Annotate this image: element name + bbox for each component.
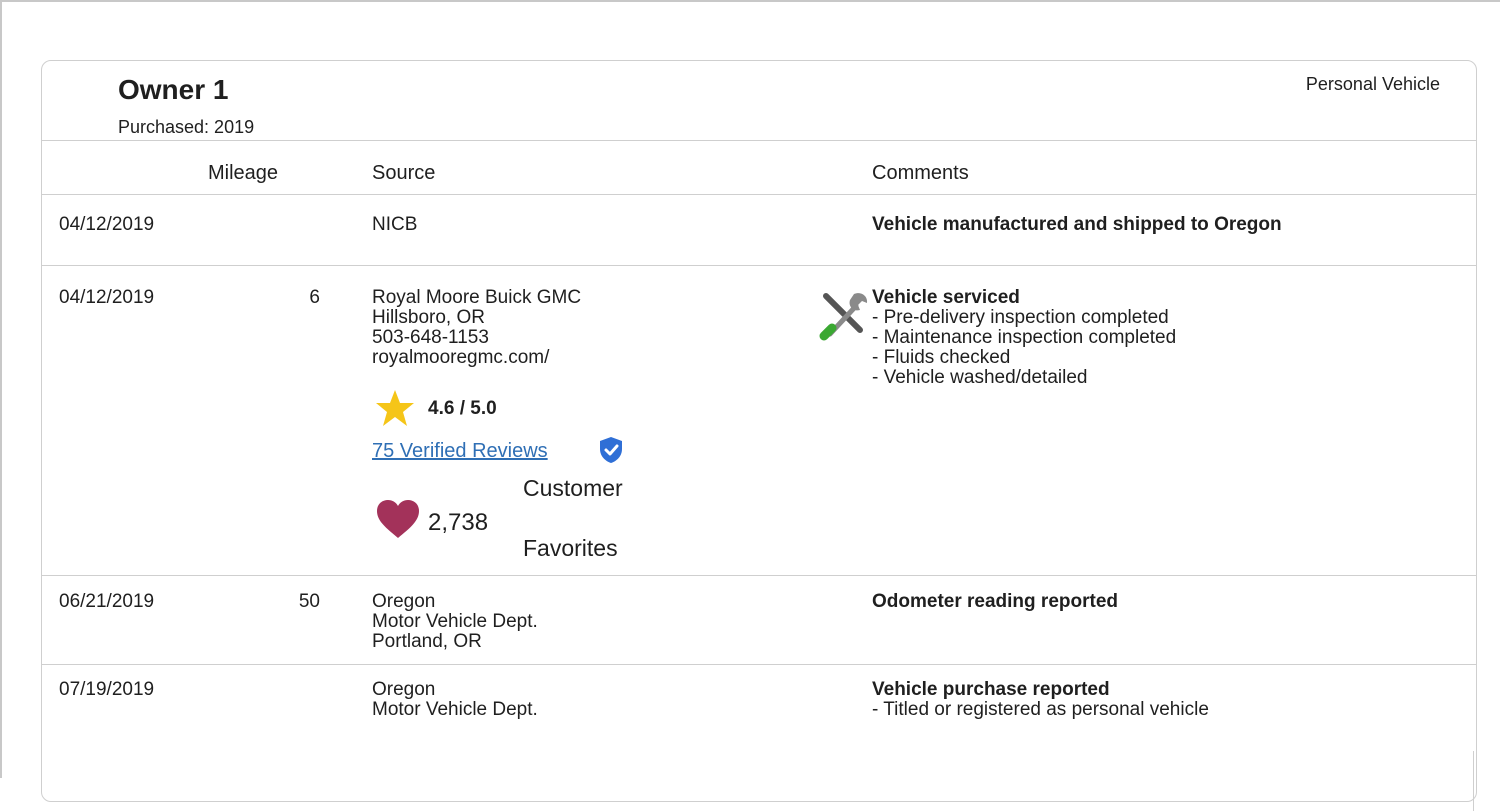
row-comment-title: Vehicle serviced (872, 287, 1020, 308)
row-source-line: NICB (372, 214, 418, 235)
dealer-rating: 4.6 / 5.0 (428, 398, 497, 419)
row-comment-title: Vehicle manufactured and shipped to Oreg… (872, 214, 1282, 235)
row-divider (42, 575, 1476, 576)
favorites-label-1: Customer (523, 475, 623, 501)
row-source-line: Hillsboro, OR (372, 307, 485, 328)
row-comment-title: Vehicle purchase reported (872, 679, 1110, 700)
row-source-line: Portland, OR (372, 631, 482, 652)
owner-history-card: Owner 1 Purchased: 2019 Personal Vehicle… (41, 60, 1477, 811)
row-source-line: royalmooregmc.com/ (372, 347, 550, 368)
row-comment-line: - Titled or registered as personal vehic… (872, 699, 1209, 720)
header-divider-top (42, 140, 1476, 141)
favorites-count: 2,738 (428, 509, 489, 536)
star-icon (376, 390, 414, 426)
row-source-line: Royal Moore Buick GMC (372, 287, 582, 308)
row-date: 07/19/2019 (59, 679, 155, 700)
row-comment-title: Odometer reading reported (872, 591, 1118, 612)
row-source-line: Motor Vehicle Dept. (372, 699, 538, 720)
row-source-line: 503-648-1153 (372, 327, 489, 348)
row-comment-line: - Vehicle washed/detailed (872, 367, 1088, 388)
row-date: 04/12/2019 (59, 214, 155, 235)
row-source-line: Oregon (372, 679, 436, 700)
row-mileage: 6 (309, 287, 320, 308)
verified-reviews-link[interactable]: 75 Verified Reviews (372, 441, 548, 461)
scroll-edge-line (1473, 751, 1474, 811)
row-source-line: Oregon (372, 591, 436, 612)
wrench-screwdriver-icon (819, 293, 868, 341)
row-comment-line: - Fluids checked (872, 347, 1011, 368)
top-border (0, 0, 1500, 2)
vehicle-type-label: Personal Vehicle (1305, 74, 1440, 94)
row-divider (42, 664, 1476, 665)
column-header-comments: Comments (872, 162, 969, 184)
row-date: 06/21/2019 (59, 591, 155, 612)
row-divider (42, 265, 1476, 266)
left-border (0, 0, 2, 778)
column-header-source: Source (372, 162, 436, 184)
verified-badge-icon (600, 437, 622, 463)
column-header-mileage: Mileage (208, 162, 279, 184)
header-divider-bottom (42, 194, 1476, 195)
row-date: 04/12/2019 (59, 287, 155, 308)
row-comment-line: - Pre-delivery inspection completed (872, 307, 1169, 328)
row-source-line: Motor Vehicle Dept. (372, 611, 538, 632)
favorites-label-2: Favorites (523, 535, 618, 561)
row-mileage: 50 (298, 591, 320, 612)
owner-title: Owner 1 (118, 74, 229, 105)
row-comment-line: - Maintenance inspection completed (872, 327, 1177, 348)
purchased-label: Purchased: 2019 (118, 117, 255, 137)
heart-icon (377, 500, 419, 538)
